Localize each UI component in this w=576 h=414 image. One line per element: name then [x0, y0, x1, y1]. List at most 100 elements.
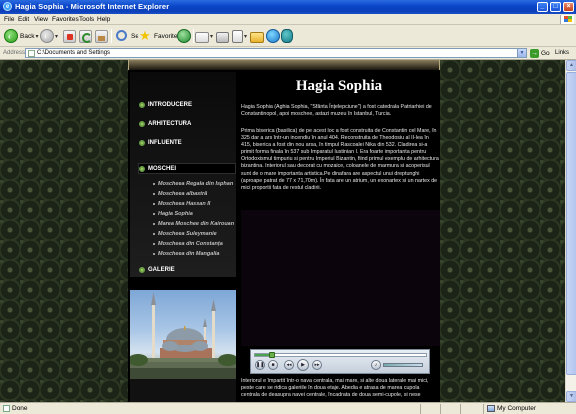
subnav-label: Hagia Sophia: [158, 211, 193, 217]
mail-button[interactable]: ▾: [195, 28, 213, 44]
go-label: Go: [541, 50, 550, 57]
mosque-illustration: [130, 292, 236, 379]
subnav-regala-isphan[interactable]: Moscheea Regala din Isphan: [153, 181, 234, 187]
status-divider: [460, 404, 461, 414]
toolbar-separator: [111, 29, 112, 43]
folder-button[interactable]: [250, 28, 264, 44]
hagia-sophia-photo: [130, 290, 236, 379]
subnav-hagia-sophia[interactable]: Hagia Sophia: [153, 211, 193, 217]
page-icon: [28, 50, 35, 57]
address-value: C:\Documents and Settings: [37, 50, 111, 56]
subnav-mangalia[interactable]: Moscheea din Mangalia: [153, 251, 219, 257]
subnav-label: Moscheea albastră: [158, 191, 208, 197]
subnav-albastra[interactable]: Moscheea albastră: [153, 191, 208, 197]
nav-label: INTRODUCERE: [148, 102, 193, 108]
nav-label: MOSCHEI: [148, 166, 177, 172]
back-button[interactable]: ‹ Back ▾: [4, 28, 38, 44]
menu-tools[interactable]: Tools: [79, 16, 94, 23]
star-icon: ★: [138, 28, 152, 43]
pause-button[interactable]: ❚❚: [255, 360, 265, 370]
edit-button[interactable]: ▾: [232, 28, 247, 44]
bullet-icon: [139, 140, 145, 146]
chevron-down-icon: ▾: [210, 33, 214, 40]
seek-handle[interactable]: [269, 352, 276, 358]
left-column-footer: [130, 379, 236, 402]
status-divider: [420, 404, 421, 414]
chevron-down-icon[interactable]: ▼: [517, 49, 526, 57]
status-bar: Done My Computer: [0, 402, 576, 414]
bullet-icon: [139, 102, 145, 108]
play-button[interactable]: ▶: [297, 359, 309, 371]
nav-label: INFLUENTE: [148, 140, 182, 146]
nav-moschei[interactable]: MOSCHEI: [139, 166, 177, 172]
title-bar: e Hagia Sophia - Microsoft Internet Expl…: [0, 0, 576, 14]
toolbar-separator: [193, 29, 194, 43]
page-viewport: INTRODUCERE ARHITECTURA INFLUENTE MOSCHE…: [0, 60, 565, 402]
subnav-suleymanie[interactable]: Moscheea Suleymanie: [153, 231, 217, 237]
page-title: Hagia Sophia: [295, 78, 383, 94]
msn-icon: [266, 29, 280, 43]
volume-slider[interactable]: [383, 363, 423, 367]
menu-favorites[interactable]: Favorites: [52, 16, 79, 23]
print-button[interactable]: [216, 28, 229, 44]
stop-icon: [63, 29, 76, 43]
scroll-thumb[interactable]: [566, 72, 576, 375]
maximize-button[interactable]: □: [550, 2, 561, 12]
back-label: Back: [20, 32, 35, 40]
subnav-hassan-ii[interactable]: Moscheea Hassan II: [153, 201, 211, 207]
next-button[interactable]: ▸▸: [312, 360, 322, 370]
links-button[interactable]: Links: [555, 50, 569, 56]
address-input[interactable]: C:\Documents and Settings ▼: [25, 48, 527, 58]
menu-file[interactable]: File: [4, 16, 14, 23]
subnav-label: Moscheea din Constanța: [158, 241, 223, 247]
media-player-controls: ❚❚ ■ ◂◂ ▶ ▸▸ ♪: [250, 349, 430, 374]
seek-bar[interactable]: [254, 352, 427, 358]
video-area[interactable]: [241, 210, 440, 346]
nav-introducere[interactable]: INTRODUCERE: [139, 102, 193, 108]
scroll-up-button[interactable]: ▲: [566, 60, 576, 71]
menu-view[interactable]: View: [34, 16, 48, 23]
menu-help[interactable]: Help: [97, 16, 110, 23]
refresh-button[interactable]: [79, 28, 92, 44]
edit-document-icon: [232, 29, 243, 43]
mail-icon: [195, 31, 209, 43]
bullet-icon: [153, 223, 155, 225]
bullet-icon: [153, 193, 155, 195]
home-icon: [95, 29, 108, 43]
page-container: INTRODUCERE ARHITECTURA INFLUENTE MOSCHE…: [128, 70, 440, 402]
bullet-icon: [153, 213, 155, 215]
bullet-icon: [139, 121, 145, 127]
status-divider: [483, 404, 484, 414]
stop-button[interactable]: [63, 28, 76, 44]
messenger-button[interactable]: [281, 28, 293, 44]
nav-galerie[interactable]: GALERIE: [139, 267, 175, 273]
stop-playback-button[interactable]: ■: [268, 360, 278, 370]
nav-label: GALERIE: [148, 267, 175, 273]
back-arrow-icon: ‹: [4, 29, 18, 43]
nav-influente[interactable]: INFLUENTE: [139, 140, 182, 146]
media-button[interactable]: [177, 28, 191, 44]
home-button[interactable]: [95, 28, 108, 44]
scroll-down-button[interactable]: ▼: [566, 391, 576, 402]
mute-icon[interactable]: ♪: [371, 360, 381, 370]
previous-button[interactable]: ◂◂: [284, 360, 294, 370]
status-text: Done: [12, 405, 28, 412]
subnav-kairouan[interactable]: Marea Moschee din Kairouan: [153, 221, 234, 227]
msn-button[interactable]: [266, 28, 280, 44]
nav-arhitectura[interactable]: ARHITECTURA: [139, 121, 192, 127]
minimize-button[interactable]: _: [537, 2, 548, 12]
bullet-icon: [153, 183, 155, 185]
go-button[interactable]: → Go: [530, 48, 552, 59]
subnav-label: Moscheea Hassan II: [158, 201, 211, 207]
folder-icon: [250, 31, 264, 43]
nav-label: ARHITECTURA: [148, 121, 192, 127]
left-column: INTRODUCERE ARHITECTURA INFLUENTE MOSCHE…: [128, 70, 238, 402]
favorites-button[interactable]: ★ Favorites: [138, 28, 181, 44]
menu-edit[interactable]: Edit: [18, 16, 29, 23]
forward-button[interactable]: › ▾: [40, 28, 58, 44]
subnav-constanta[interactable]: Moscheea din Constanța: [153, 241, 223, 247]
windows-logo-icon: [560, 15, 574, 24]
close-button[interactable]: ×: [563, 2, 574, 12]
vertical-scrollbar[interactable]: ▲ ▼: [565, 60, 576, 402]
subnav-label: Moscheea Regala din Isphan: [158, 181, 234, 187]
